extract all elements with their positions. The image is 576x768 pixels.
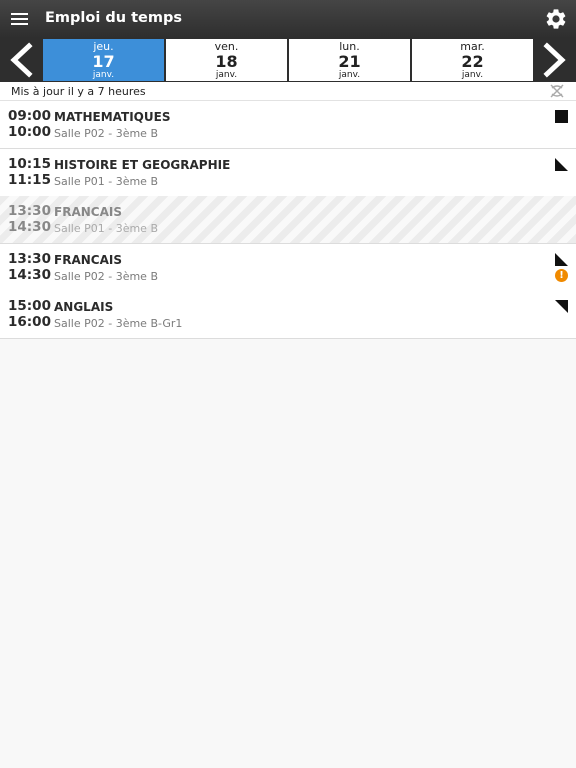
lesson-subject: FRANCAIS <box>54 205 122 219</box>
lesson-row[interactable]: 10:15 11:15 HISTOIRE ET GEOGRAPHIE Salle… <box>0 149 576 197</box>
start-time: 13:30 <box>8 203 51 219</box>
sync-status-text: Mis à jour il y a 7 heures <box>11 85 146 98</box>
day-tab-4[interactable]: mar. 22 janv. <box>412 39 533 81</box>
corner-bottom-right-icon <box>555 158 568 171</box>
end-time: 16:00 <box>8 314 51 330</box>
lesson-subject: ANGLAIS <box>54 300 114 314</box>
gear-icon[interactable] <box>544 7 568 31</box>
day-month: janv. <box>215 70 238 80</box>
day-tab-3[interactable]: lun. 21 janv. <box>289 39 410 81</box>
day-number: 21 <box>338 52 361 71</box>
end-time: 11:15 <box>8 172 51 188</box>
lesson-row[interactable]: 15:00 16:00 ANGLAIS Salle P02 - 3ème B-G… <box>0 291 576 339</box>
corner-top-right-icon <box>555 300 568 313</box>
day-month: janv. <box>92 70 115 80</box>
lesson-room: Salle P01 - 3ème B <box>54 175 158 188</box>
lesson-row[interactable]: 13:30 14:30 FRANCAIS Salle P02 - 3ème B … <box>0 244 576 292</box>
warning-icon[interactable]: ! <box>555 269 568 282</box>
lesson-row-cancelled[interactable]: 13:30 14:30 FRANCAIS Salle P01 - 3ème B <box>0 196 576 244</box>
day-number: 18 <box>215 52 238 71</box>
lesson-subject: HISTOIRE ET GEOGRAPHIE <box>54 158 231 172</box>
day-tab-2[interactable]: ven. 18 janv. <box>166 39 287 81</box>
lesson-subject: FRANCAIS <box>54 253 122 267</box>
day-tab-1[interactable]: jeu. 17 janv. <box>43 39 164 81</box>
start-time: 13:30 <box>8 251 51 267</box>
lesson-room: Salle P02 - 3ème B <box>54 127 158 140</box>
end-time: 10:00 <box>8 124 51 140</box>
day-selector: jeu. 17 janv. ven. 18 janv. lun. 21 janv… <box>0 38 576 82</box>
end-time: 14:30 <box>8 267 51 283</box>
sync-status-bar: Mis à jour il y a 7 heures <box>0 82 576 101</box>
corner-bottom-right-icon <box>555 253 568 266</box>
lesson-room: Salle P02 - 3ème B-Gr1 <box>54 317 183 330</box>
hamburger-menu-icon[interactable] <box>8 7 32 31</box>
end-time: 14:30 <box>8 219 51 235</box>
sync-off-icon[interactable] <box>549 84 565 98</box>
start-time: 09:00 <box>8 108 51 124</box>
lesson-row[interactable]: 09:00 10:00 MATHEMATIQUES Salle P02 - 3è… <box>0 101 576 149</box>
day-number: 17 <box>92 52 115 71</box>
start-time: 15:00 <box>8 298 51 314</box>
lesson-room: Salle P01 - 3ème B <box>54 222 158 235</box>
day-month: janv. <box>338 70 361 80</box>
start-time: 10:15 <box>8 156 51 172</box>
day-month: janv. <box>461 70 484 80</box>
square-icon <box>555 110 568 123</box>
day-number: 22 <box>461 52 484 71</box>
previous-day-arrow-icon[interactable] <box>0 38 42 82</box>
lesson-room: Salle P02 - 3ème B <box>54 270 158 283</box>
app-bar: Emploi du temps <box>0 0 576 38</box>
lesson-subject: MATHEMATIQUES <box>54 110 171 124</box>
next-day-arrow-icon[interactable] <box>534 38 576 82</box>
page-title: Emploi du temps <box>45 10 182 26</box>
